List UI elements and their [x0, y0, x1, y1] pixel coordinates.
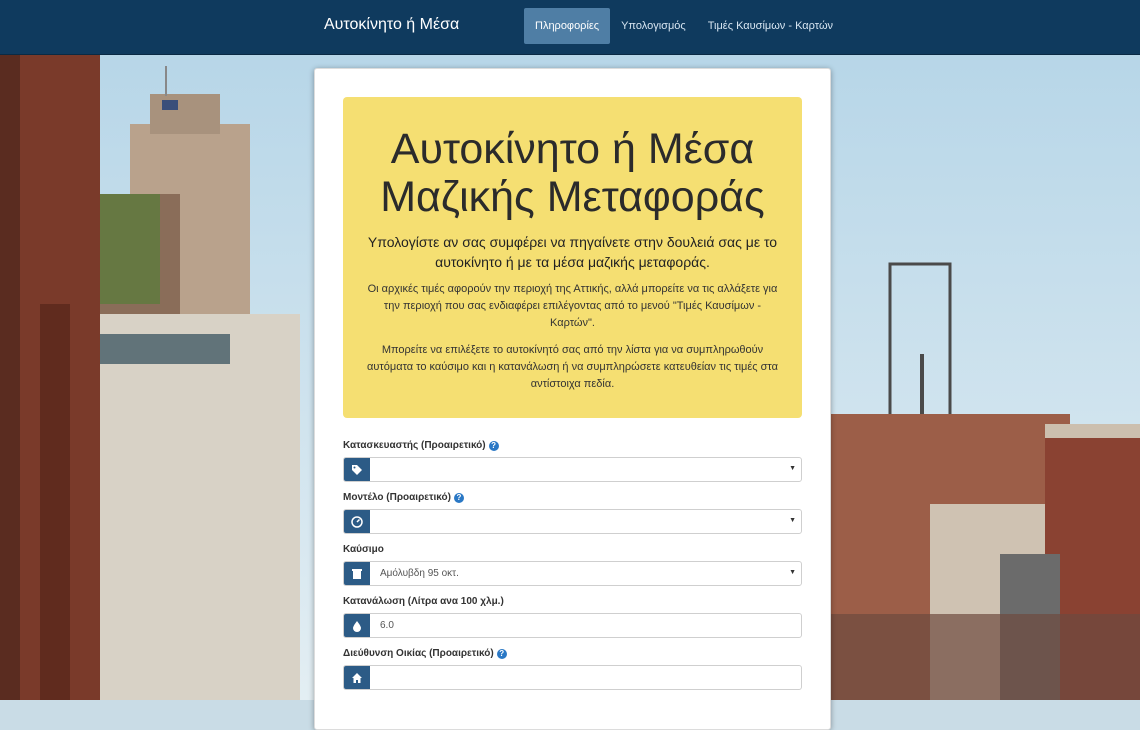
home-address-input[interactable]	[343, 665, 802, 690]
chevron-down-icon: ▼	[789, 517, 796, 524]
consumption-input[interactable]: 6.0	[343, 613, 802, 638]
help-icon[interactable]: ?	[496, 649, 507, 659]
nav-item-info[interactable]: Πληροφορίες	[524, 8, 611, 44]
consumption-value: 6.0	[380, 620, 394, 631]
manufacturer-select[interactable]: ▼	[343, 457, 802, 482]
model-label: Μοντέλο (Προαιρετικό)?	[343, 491, 802, 505]
manufacturer-value	[370, 458, 801, 481]
navbar-menu: Πληροφορίες Υπολογισμός Τιμές Καυσίμων -…	[524, 8, 844, 44]
main-card: Αυτοκίνητο ή Μέσα Μαζικής Μεταφοράς Υπολ…	[314, 68, 831, 730]
car-form: Κατασκευαστής (Προαιρετικό)? ▼ Μοντέλο (…	[343, 439, 802, 699]
title-line-1: Αυτοκίνητο ή Μέσα	[390, 125, 755, 173]
page-title: Αυτοκίνητο ή Μέσα Μαζικής Μεταφοράς	[343, 125, 802, 221]
home-address-value	[370, 666, 801, 689]
dashboard-icon	[344, 510, 370, 533]
help-icon[interactable]: ?	[488, 441, 499, 451]
manufacturer-group: Κατασκευαστής (Προαιρετικό)? ▼	[343, 439, 802, 491]
model-value	[370, 510, 801, 533]
tag-icon	[344, 458, 370, 481]
nav-item-calculation[interactable]: Υπολογισμός	[610, 8, 697, 44]
home-address-group: Διεύθυνση Οικίας (Προαιρετικό)?	[343, 647, 802, 699]
manufacturer-label: Κατασκευαστής (Προαιρετικό)?	[343, 439, 802, 453]
consumption-label: Κατανάλωση (Λίτρα ανα 100 χλμ.)	[343, 596, 504, 607]
navbar-brand[interactable]: Αυτοκίνητο ή Μέσα	[324, 16, 459, 34]
fuel-group: Καύσιμο Αμόλυβδη 95 οκτ. ▼	[343, 543, 802, 595]
fuel-select[interactable]: Αμόλυβδη 95 οκτ. ▼	[343, 561, 802, 586]
nav-item-fuel-prices[interactable]: Τιμές Καυσίμων - Καρτών	[697, 8, 844, 44]
home-address-label: Διεύθυνση Οικίας (Προαιρετικό)?	[343, 647, 802, 661]
top-navbar: Αυτοκίνητο ή Μέσα Πληροφορίες Υπολογισμό…	[0, 0, 1140, 55]
consumption-group: Κατανάλωση (Λίτρα ανα 100 χλμ.) 6.0	[343, 595, 802, 647]
fuel-pump-icon	[344, 562, 370, 585]
title-line-2: Μαζικής Μεταφοράς	[380, 173, 765, 221]
fuel-label: Καύσιμο	[343, 544, 384, 555]
home-icon	[344, 666, 370, 689]
jumbotron: Αυτοκίνητο ή Μέσα Μαζικής Μεταφοράς Υπολ…	[343, 97, 802, 418]
model-group: Μοντέλο (Προαιρετικό)? ▼	[343, 491, 802, 543]
model-select[interactable]: ▼	[343, 509, 802, 534]
chevron-down-icon: ▼	[789, 569, 796, 576]
info-paragraph-1: Οι αρχικές τιμές αφορούν την περιοχή της…	[367, 283, 778, 329]
lead-text: Υπολογίστε αν σας συμφέρει να πηγαίνετε …	[367, 234, 778, 270]
info-paragraph-2: Μπορείτε να επιλέξετε το αυτοκίνητό σας …	[367, 344, 778, 390]
drop-icon	[344, 614, 370, 637]
help-icon[interactable]: ?	[453, 493, 464, 503]
chevron-down-icon: ▼	[789, 465, 796, 472]
fuel-value: Αμόλυβδη 95 οκτ.	[380, 568, 459, 579]
